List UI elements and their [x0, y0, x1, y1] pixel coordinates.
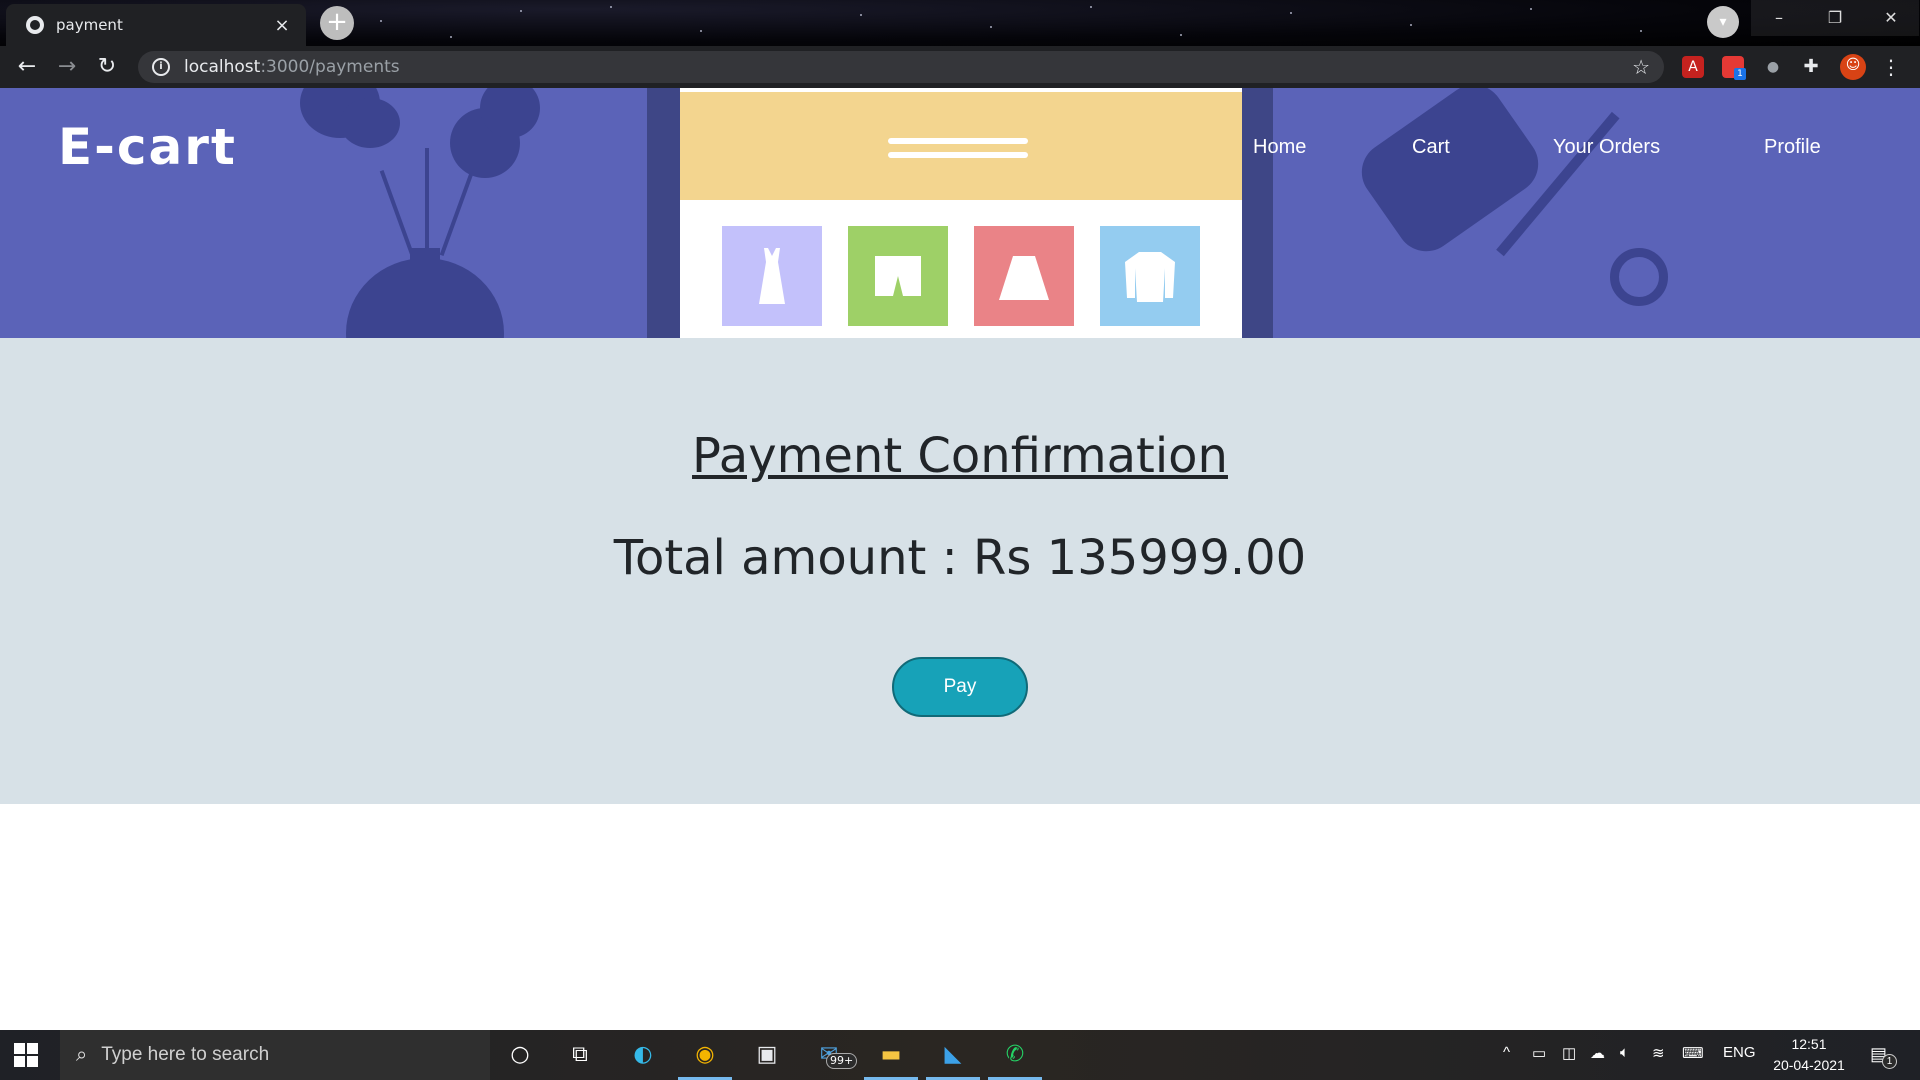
profile-avatar-icon[interactable]: ☺ — [1840, 54, 1866, 80]
browser-tab-payment[interactable]: payment × — [6, 4, 306, 46]
store-icon[interactable]: ▣ — [750, 1039, 784, 1071]
onedrive-icon[interactable]: ☁ — [1590, 1044, 1605, 1062]
kebab-menu-icon[interactable]: ⋮ — [1880, 56, 1902, 78]
notifications-icon[interactable]: ▤ 1 — [1870, 1044, 1897, 1069]
notifications-badge: 1 — [1882, 1054, 1897, 1069]
payment-section: Payment Confirmation Total amount : Rs 1… — [0, 338, 1920, 804]
search-placeholder: Type here to search — [101, 1044, 270, 1065]
volume-icon[interactable]: 🔈︎ — [1620, 1044, 1629, 1061]
info-icon[interactable]: i — [152, 58, 170, 76]
maximize-button[interactable]: ❐ — [1807, 0, 1863, 36]
browser-toolbar: ← → ↻ i localhost:3000/payments ☆ A 1 ● … — [0, 46, 1920, 88]
globe-favicon-icon — [26, 16, 44, 34]
file-explorer-icon[interactable]: ▬ — [864, 1039, 918, 1080]
whatsapp-icon[interactable]: ✆ — [988, 1039, 1042, 1080]
browser-tab-strip: payment × + ▾ – ❐ ✕ — [0, 0, 1920, 46]
shorts-icon — [875, 256, 921, 296]
system-clock[interactable]: 12:51 20-04-2021 — [1764, 1034, 1854, 1076]
nav-home[interactable]: Home — [1253, 136, 1306, 159]
dress-product-tile — [722, 226, 822, 326]
vase-illustration — [346, 258, 504, 338]
wifi-icon[interactable]: ≋ — [1652, 1044, 1665, 1062]
screen-header-illustration — [680, 92, 1242, 200]
mail-icon[interactable]: ✉ 99+ — [812, 1039, 858, 1071]
nav-your-orders[interactable]: Your Orders — [1553, 136, 1660, 159]
cortana-icon[interactable]: ○ — [503, 1039, 537, 1071]
url-host: localhost — [184, 57, 261, 77]
chrome-icon[interactable]: ◉ — [678, 1039, 732, 1080]
hero-banner: E-cart Home Cart Your Orders Profile — [0, 88, 1920, 338]
sweater-product-tile — [1100, 226, 1200, 326]
search-icon: ⌕ — [76, 1043, 88, 1066]
dress-icon — [759, 248, 785, 304]
nav-profile[interactable]: Profile — [1764, 136, 1821, 159]
clock-date: 20-04-2021 — [1773, 1057, 1845, 1073]
minimize-button[interactable]: – — [1751, 0, 1807, 36]
cast-extension-icon[interactable]: 1 — [1722, 56, 1746, 80]
reload-icon[interactable]: ↻ — [92, 52, 122, 82]
pay-button[interactable]: Pay — [892, 657, 1028, 717]
clock-time: 12:51 — [1791, 1036, 1827, 1052]
new-tab-button[interactable]: + — [320, 6, 354, 40]
url-path: :3000/payments — [260, 57, 400, 77]
shorts-product-tile — [848, 226, 948, 326]
pdf-extension-icon[interactable]: A — [1682, 56, 1704, 78]
cast-badge: 1 — [1734, 68, 1746, 80]
skirt-product-tile — [974, 226, 1074, 326]
back-icon[interactable]: ← — [12, 52, 42, 82]
nav-cart[interactable]: Cart — [1412, 136, 1450, 159]
task-view-icon[interactable]: ⧉ — [563, 1039, 597, 1071]
close-window-button[interactable]: ✕ — [1863, 0, 1919, 36]
page-title: Payment Confirmation — [692, 428, 1228, 484]
web-page: E-cart Home Cart Your Orders Profile Pay… — [0, 88, 1920, 1030]
chrome-profile-icon[interactable]: ▾ — [1707, 6, 1739, 38]
brand-logo[interactable]: E-cart — [58, 118, 237, 176]
meet-now-icon[interactable]: ◫ — [1562, 1044, 1576, 1062]
language-indicator[interactable]: ENG — [1723, 1044, 1756, 1061]
tab-title: payment — [56, 16, 123, 34]
battery-icon[interactable]: ▭ — [1532, 1044, 1546, 1062]
vscode-icon[interactable]: ◣ — [926, 1039, 980, 1080]
skirt-icon — [999, 256, 1049, 300]
windows-taskbar: ⌕ Type here to search ○ ⧉ ◐ ◉ ▣ ✉ 99+ ▬ … — [0, 1030, 1920, 1080]
address-bar[interactable]: i localhost:3000/payments ☆ — [138, 51, 1664, 83]
taskbar-search-box[interactable]: ⌕ Type here to search — [60, 1030, 490, 1080]
windows-start-icon[interactable] — [14, 1043, 38, 1067]
mail-badge: 99+ — [826, 1053, 858, 1069]
keyboard-icon[interactable]: ⌨ — [1682, 1044, 1704, 1062]
sweater-icon — [1125, 252, 1175, 302]
total-amount: Total amount : Rs 135999.00 — [613, 530, 1307, 586]
bookmark-star-icon[interactable]: ☆ — [1632, 55, 1650, 79]
extensions-puzzle-icon[interactable]: ✚ — [1800, 56, 1822, 78]
show-hidden-icons-icon[interactable]: ^ — [1503, 1044, 1510, 1061]
lamp-joint-illustration — [1610, 248, 1668, 306]
grey-extension-icon[interactable]: ● — [1762, 56, 1784, 78]
tab-close-icon[interactable]: × — [272, 15, 292, 36]
edge-icon[interactable]: ◐ — [626, 1039, 660, 1071]
forward-icon[interactable]: → — [52, 52, 82, 82]
